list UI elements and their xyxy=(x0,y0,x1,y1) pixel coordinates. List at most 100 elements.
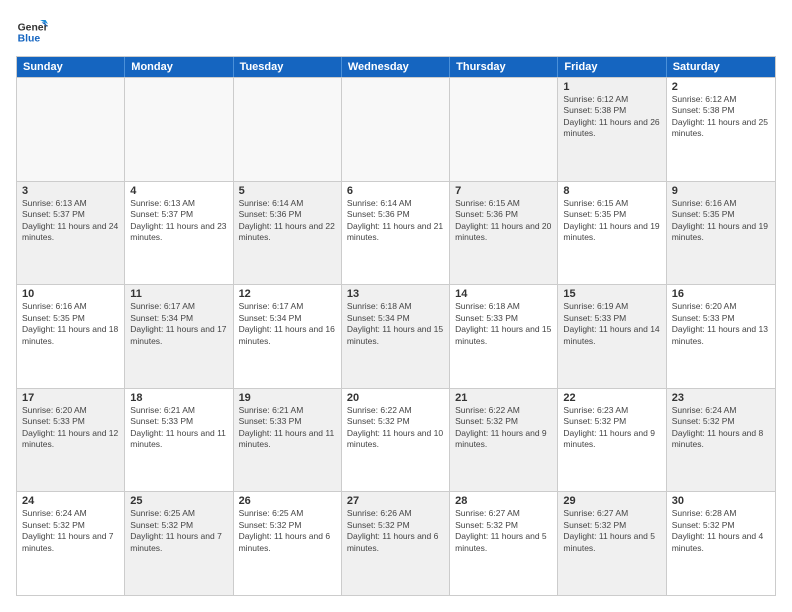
day-number: 25 xyxy=(130,495,227,507)
weekday-header: Sunday xyxy=(17,57,125,77)
day-number: 8 xyxy=(563,185,660,197)
cell-detail: Sunrise: 6:22 AM Sunset: 5:32 PM Dayligh… xyxy=(347,405,444,451)
day-number: 20 xyxy=(347,392,444,404)
cell-detail: Sunrise: 6:12 AM Sunset: 5:38 PM Dayligh… xyxy=(563,94,660,140)
calendar-cell: 10Sunrise: 6:16 AM Sunset: 5:35 PM Dayli… xyxy=(17,285,125,388)
cell-detail: Sunrise: 6:22 AM Sunset: 5:32 PM Dayligh… xyxy=(455,405,552,451)
cell-detail: Sunrise: 6:27 AM Sunset: 5:32 PM Dayligh… xyxy=(563,508,660,554)
calendar-cell: 30Sunrise: 6:28 AM Sunset: 5:32 PM Dayli… xyxy=(667,492,775,595)
weekday-header: Tuesday xyxy=(234,57,342,77)
calendar-cell: 22Sunrise: 6:23 AM Sunset: 5:32 PM Dayli… xyxy=(558,389,666,492)
svg-text:Blue: Blue xyxy=(18,34,41,45)
day-number: 28 xyxy=(455,495,552,507)
day-number: 15 xyxy=(563,288,660,300)
cell-detail: Sunrise: 6:18 AM Sunset: 5:34 PM Dayligh… xyxy=(347,301,444,347)
day-number: 23 xyxy=(672,392,770,404)
day-number: 2 xyxy=(672,81,770,93)
calendar: SundayMondayTuesdayWednesdayThursdayFrid… xyxy=(16,56,776,596)
day-number: 3 xyxy=(22,185,119,197)
calendar-row: 3Sunrise: 6:13 AM Sunset: 5:37 PM Daylig… xyxy=(17,181,775,285)
calendar-cell xyxy=(450,78,558,181)
day-number: 21 xyxy=(455,392,552,404)
cell-detail: Sunrise: 6:16 AM Sunset: 5:35 PM Dayligh… xyxy=(672,198,770,244)
day-number: 16 xyxy=(672,288,770,300)
day-number: 6 xyxy=(347,185,444,197)
day-number: 26 xyxy=(239,495,336,507)
cell-detail: Sunrise: 6:18 AM Sunset: 5:33 PM Dayligh… xyxy=(455,301,552,347)
cell-detail: Sunrise: 6:23 AM Sunset: 5:32 PM Dayligh… xyxy=(563,405,660,451)
calendar-cell: 17Sunrise: 6:20 AM Sunset: 5:33 PM Dayli… xyxy=(17,389,125,492)
calendar-cell: 3Sunrise: 6:13 AM Sunset: 5:37 PM Daylig… xyxy=(17,182,125,285)
day-number: 12 xyxy=(239,288,336,300)
calendar-cell: 20Sunrise: 6:22 AM Sunset: 5:32 PM Dayli… xyxy=(342,389,450,492)
day-number: 13 xyxy=(347,288,444,300)
cell-detail: Sunrise: 6:20 AM Sunset: 5:33 PM Dayligh… xyxy=(672,301,770,347)
calendar-cell: 29Sunrise: 6:27 AM Sunset: 5:32 PM Dayli… xyxy=(558,492,666,595)
calendar-cell: 28Sunrise: 6:27 AM Sunset: 5:32 PM Dayli… xyxy=(450,492,558,595)
cell-detail: Sunrise: 6:27 AM Sunset: 5:32 PM Dayligh… xyxy=(455,508,552,554)
cell-detail: Sunrise: 6:24 AM Sunset: 5:32 PM Dayligh… xyxy=(22,508,119,554)
calendar-row: 10Sunrise: 6:16 AM Sunset: 5:35 PM Dayli… xyxy=(17,284,775,388)
page-header: General Blue xyxy=(16,16,776,48)
day-number: 27 xyxy=(347,495,444,507)
calendar-header: SundayMondayTuesdayWednesdayThursdayFrid… xyxy=(17,57,775,77)
weekday-header: Friday xyxy=(558,57,666,77)
day-number: 18 xyxy=(130,392,227,404)
cell-detail: Sunrise: 6:21 AM Sunset: 5:33 PM Dayligh… xyxy=(130,405,227,451)
cell-detail: Sunrise: 6:17 AM Sunset: 5:34 PM Dayligh… xyxy=(130,301,227,347)
cell-detail: Sunrise: 6:17 AM Sunset: 5:34 PM Dayligh… xyxy=(239,301,336,347)
calendar-cell: 7Sunrise: 6:15 AM Sunset: 5:36 PM Daylig… xyxy=(450,182,558,285)
calendar-cell: 13Sunrise: 6:18 AM Sunset: 5:34 PM Dayli… xyxy=(342,285,450,388)
calendar-cell: 12Sunrise: 6:17 AM Sunset: 5:34 PM Dayli… xyxy=(234,285,342,388)
day-number: 10 xyxy=(22,288,119,300)
day-number: 4 xyxy=(130,185,227,197)
day-number: 9 xyxy=(672,185,770,197)
calendar-cell xyxy=(342,78,450,181)
cell-detail: Sunrise: 6:21 AM Sunset: 5:33 PM Dayligh… xyxy=(239,405,336,451)
logo-icon: General Blue xyxy=(16,16,48,48)
cell-detail: Sunrise: 6:25 AM Sunset: 5:32 PM Dayligh… xyxy=(239,508,336,554)
calendar-cell: 25Sunrise: 6:25 AM Sunset: 5:32 PM Dayli… xyxy=(125,492,233,595)
day-number: 22 xyxy=(563,392,660,404)
calendar-cell: 18Sunrise: 6:21 AM Sunset: 5:33 PM Dayli… xyxy=(125,389,233,492)
cell-detail: Sunrise: 6:14 AM Sunset: 5:36 PM Dayligh… xyxy=(239,198,336,244)
cell-detail: Sunrise: 6:12 AM Sunset: 5:38 PM Dayligh… xyxy=(672,94,770,140)
cell-detail: Sunrise: 6:15 AM Sunset: 5:35 PM Dayligh… xyxy=(563,198,660,244)
day-number: 5 xyxy=(239,185,336,197)
calendar-cell: 5Sunrise: 6:14 AM Sunset: 5:36 PM Daylig… xyxy=(234,182,342,285)
cell-detail: Sunrise: 6:13 AM Sunset: 5:37 PM Dayligh… xyxy=(130,198,227,244)
calendar-cell: 2Sunrise: 6:12 AM Sunset: 5:38 PM Daylig… xyxy=(667,78,775,181)
calendar-cell: 21Sunrise: 6:22 AM Sunset: 5:32 PM Dayli… xyxy=(450,389,558,492)
calendar-cell: 26Sunrise: 6:25 AM Sunset: 5:32 PM Dayli… xyxy=(234,492,342,595)
day-number: 24 xyxy=(22,495,119,507)
calendar-cell: 4Sunrise: 6:13 AM Sunset: 5:37 PM Daylig… xyxy=(125,182,233,285)
calendar-cell xyxy=(234,78,342,181)
calendar-row: 24Sunrise: 6:24 AM Sunset: 5:32 PM Dayli… xyxy=(17,491,775,595)
calendar-cell xyxy=(17,78,125,181)
calendar-body: 1Sunrise: 6:12 AM Sunset: 5:38 PM Daylig… xyxy=(17,77,775,595)
weekday-header: Thursday xyxy=(450,57,558,77)
day-number: 29 xyxy=(563,495,660,507)
cell-detail: Sunrise: 6:13 AM Sunset: 5:37 PM Dayligh… xyxy=(22,198,119,244)
calendar-row: 1Sunrise: 6:12 AM Sunset: 5:38 PM Daylig… xyxy=(17,77,775,181)
calendar-cell: 23Sunrise: 6:24 AM Sunset: 5:32 PM Dayli… xyxy=(667,389,775,492)
calendar-cell xyxy=(125,78,233,181)
weekday-header: Wednesday xyxy=(342,57,450,77)
day-number: 1 xyxy=(563,81,660,93)
calendar-cell: 8Sunrise: 6:15 AM Sunset: 5:35 PM Daylig… xyxy=(558,182,666,285)
calendar-cell: 9Sunrise: 6:16 AM Sunset: 5:35 PM Daylig… xyxy=(667,182,775,285)
day-number: 17 xyxy=(22,392,119,404)
day-number: 19 xyxy=(239,392,336,404)
day-number: 14 xyxy=(455,288,552,300)
cell-detail: Sunrise: 6:25 AM Sunset: 5:32 PM Dayligh… xyxy=(130,508,227,554)
day-number: 11 xyxy=(130,288,227,300)
calendar-cell: 6Sunrise: 6:14 AM Sunset: 5:36 PM Daylig… xyxy=(342,182,450,285)
weekday-header: Saturday xyxy=(667,57,775,77)
logo: General Blue xyxy=(16,16,48,48)
cell-detail: Sunrise: 6:14 AM Sunset: 5:36 PM Dayligh… xyxy=(347,198,444,244)
calendar-cell: 19Sunrise: 6:21 AM Sunset: 5:33 PM Dayli… xyxy=(234,389,342,492)
weekday-header: Monday xyxy=(125,57,233,77)
cell-detail: Sunrise: 6:26 AM Sunset: 5:32 PM Dayligh… xyxy=(347,508,444,554)
cell-detail: Sunrise: 6:16 AM Sunset: 5:35 PM Dayligh… xyxy=(22,301,119,347)
cell-detail: Sunrise: 6:28 AM Sunset: 5:32 PM Dayligh… xyxy=(672,508,770,554)
